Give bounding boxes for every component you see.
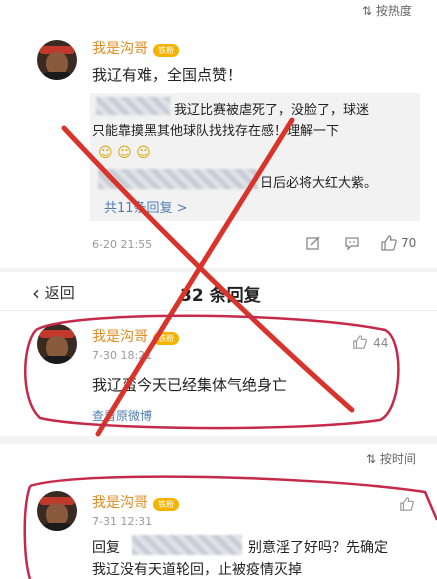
quoted-comments[interactable]: 我辽比赛被虐死了，没脸了，球迷 只能靠摸黑其他球队找找存在感！理解一下 ☺ ☺ … [90,93,420,221]
avatar[interactable] [37,491,77,531]
quote-line-1: 我辽比赛被虐死了，没脸了，球迷 [174,103,370,118]
reply-line-1-suffix: 别意淫了好吗？先确定 [248,540,388,556]
username[interactable]: 我是沟哥 [92,41,148,57]
reply-time: 7-30 18:21 [92,349,153,362]
sort-toggle[interactable]: ⇅ 按热度 [362,2,412,19]
reply-time: 7-31 12:31 [92,515,153,528]
reply-line-2: 我辽没有天道轮回，止被疫情灭掉 [92,562,302,578]
username[interactable]: 我是沟哥 [92,495,148,511]
reply-text: 我辽蛮今天已经集体气绝身亡 [92,376,288,394]
emoji-row: ☺ ☺ ☺ [98,145,151,161]
view-original-link[interactable]: 查看原微博 [92,407,152,424]
sort-label: 按热度 [375,4,412,18]
username[interactable]: 我是沟哥 [92,329,148,345]
post-time: 6-20 21:55 [92,238,153,251]
post-header: 我是沟哥 铁粉 [92,38,180,58]
emoji-icon: ☺ [117,145,132,161]
reply-header: 我是沟哥 铁粉 [92,492,180,512]
reply-header: 我是沟哥 铁粉 [92,326,180,346]
emoji-icon: ☺ [98,145,113,161]
chevron-left-icon: ‹ [32,281,40,305]
reply-line-1: 回复 [92,537,120,557]
blurred-avatar [96,97,170,115]
emoji-icon: ☺ [136,145,151,161]
like-count: 44 [373,336,389,350]
avatar[interactable] [37,40,77,80]
view-replies-link[interactable]: 共11条回复 > [104,197,188,216]
quote-line-3: 日后必将大红大紫。 [260,176,378,191]
sort-icon: ⇅ [366,452,377,466]
reply-prefix: 回复 [92,540,120,556]
fan-badge: 铁粉 [153,332,180,345]
avatar[interactable] [37,324,77,364]
like-count: 70 [401,236,417,250]
sort-toggle[interactable]: ⇅ 按时间 [366,450,416,467]
post-actions: 70 [305,233,425,255]
sort-icon: ⇅ [362,4,373,18]
sort-label: 按时间 [379,452,416,466]
fan-badge: 铁粉 [153,44,180,57]
divider [0,436,437,444]
blurred-user [98,169,258,189]
quote-line-2: 只能靠摸黑其他球队找找存在感！理解一下 [92,124,340,139]
page-title: 32 条回复 [180,286,261,306]
like-icon[interactable] [399,496,415,512]
section-gap [0,268,437,272]
blurred-user [132,535,242,555]
fan-badge: 铁粉 [153,498,180,511]
red-circle-annotation [24,314,400,430]
back-label: 返回 [44,284,75,302]
share-icon[interactable] [305,235,321,251]
post-text: 我辽有难，全国点赞！ [92,66,243,84]
like-icon [353,335,367,349]
header-divider [0,310,437,311]
reply-like[interactable]: 44 [352,332,388,351]
like-icon[interactable] [380,234,398,252]
back-button[interactable]: ‹ 返回 [32,281,75,305]
comment-icon[interactable] [344,235,360,251]
